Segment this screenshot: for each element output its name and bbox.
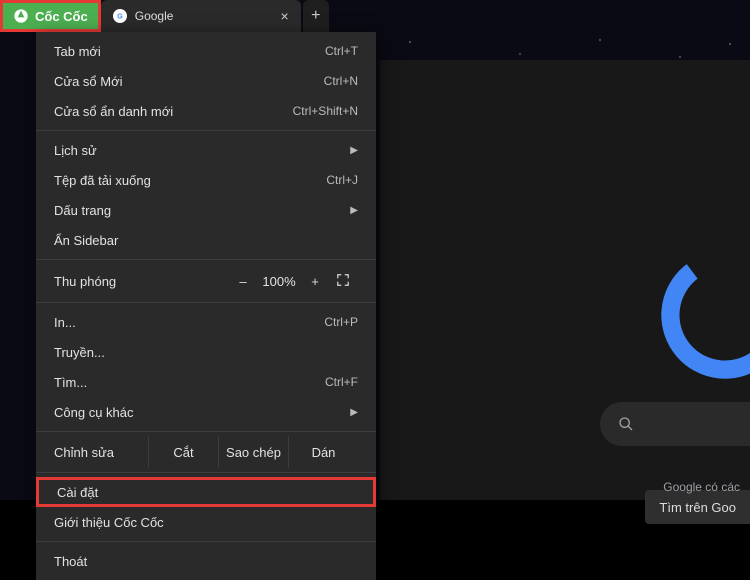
menu-separator (36, 541, 376, 542)
menu-hide-sidebar[interactable]: Ẩn Sidebar (36, 225, 376, 255)
tab-title: Google (135, 9, 174, 23)
zoom-in-button[interactable]: + (302, 274, 328, 289)
menu-item-label: Cài đặt (57, 485, 98, 500)
menu-separator (36, 259, 376, 260)
menu-shortcut: Ctrl+T (325, 44, 358, 58)
chevron-right-icon: ▶ (350, 407, 358, 418)
menu-new-tab[interactable]: Tab mới Ctrl+T (36, 36, 376, 66)
menu-find[interactable]: Tìm... Ctrl+F (36, 367, 376, 397)
page-content: Tìm trên Goo Google có các (380, 60, 750, 500)
menu-separator (36, 302, 376, 303)
menu-item-label: Tệp đã tải xuống (54, 173, 151, 188)
footer-text: Google có các (653, 480, 750, 494)
zoom-out-button[interactable]: – (230, 274, 256, 289)
menu-zoom: Thu phóng – 100% + (36, 264, 376, 298)
menu-settings[interactable]: Cài đặt (36, 477, 376, 507)
menu-bookmarks[interactable]: Dấu trang ▶ (36, 195, 376, 225)
menu-cast[interactable]: Truyền... (36, 337, 376, 367)
menu-item-label: Cửa sổ Mới (54, 74, 123, 89)
zoom-value: 100% (256, 274, 302, 289)
google-search-button-label: Tìm trên Goo (659, 500, 736, 515)
menu-shortcut: Ctrl+F (325, 375, 358, 389)
search-input[interactable] (600, 402, 750, 446)
browser-tab[interactable]: G Google × (101, 0, 301, 32)
brand-button[interactable]: Cốc Cốc (0, 0, 101, 32)
coccoc-logo-icon (13, 8, 29, 24)
menu-item-label: Giới thiệu Cốc Cốc (54, 515, 164, 530)
menu-item-label: Tab mới (54, 44, 101, 59)
copy-button[interactable]: Sao chép (218, 436, 288, 468)
menu-more-tools[interactable]: Công cụ khác ▶ (36, 397, 376, 427)
tab-favicon-icon: G (113, 9, 127, 23)
menu-exit[interactable]: Thoát (36, 546, 376, 576)
chevron-right-icon: ▶ (350, 145, 358, 156)
menu-shortcut: Ctrl+P (324, 315, 358, 329)
menu-item-label: Công cụ khác (54, 405, 134, 420)
menu-item-label: Lịch sử (54, 143, 97, 158)
menu-separator (36, 130, 376, 131)
new-tab-button[interactable]: + (303, 0, 329, 32)
menu-new-window[interactable]: Cửa sổ Mới Ctrl+N (36, 66, 376, 96)
cut-button[interactable]: Cắt (148, 436, 218, 468)
menu-history[interactable]: Lịch sử ▶ (36, 135, 376, 165)
menu-item-label: Thoát (54, 554, 87, 569)
search-icon (618, 416, 634, 432)
menu-item-label: Cửa sổ ẩn danh mới (54, 104, 173, 119)
menu-item-label: Ẩn Sidebar (54, 233, 118, 248)
menu-about[interactable]: Giới thiệu Cốc Cốc (36, 507, 376, 537)
menu-item-label: In... (54, 315, 76, 330)
menu-shortcut: Ctrl+J (326, 173, 358, 187)
menu-item-label: Tìm... (54, 375, 87, 390)
menu-downloads[interactable]: Tệp đã tải xuống Ctrl+J (36, 165, 376, 195)
menu-shortcut: Ctrl+Shift+N (293, 104, 358, 118)
menu-shortcut: Ctrl+N (324, 74, 358, 88)
svg-text:G: G (117, 14, 123, 21)
menu-print[interactable]: In... Ctrl+P (36, 307, 376, 337)
close-icon[interactable]: × (281, 8, 289, 24)
google-search-button[interactable]: Tìm trên Goo (645, 490, 750, 524)
menu-item-label: Chỉnh sửa (54, 445, 148, 460)
menu-item-label: Thu phóng (54, 274, 230, 289)
main-menu: Tab mới Ctrl+T Cửa sổ Mới Ctrl+N Cửa sổ … (36, 32, 376, 580)
menu-incognito[interactable]: Cửa sổ ẩn danh mới Ctrl+Shift+N (36, 96, 376, 126)
menu-item-label: Truyền... (54, 345, 105, 360)
menu-item-label: Dấu trang (54, 203, 111, 218)
fullscreen-icon (336, 273, 350, 287)
menu-separator (36, 472, 376, 473)
menu-edit-row: Chỉnh sửa Cắt Sao chép Dán (36, 436, 376, 468)
paste-button[interactable]: Dán (288, 436, 358, 468)
chevron-right-icon: ▶ (350, 205, 358, 216)
menu-separator (36, 431, 376, 432)
fullscreen-button[interactable] (328, 273, 358, 290)
brand-name: Cốc Cốc (35, 9, 88, 24)
titlebar: Cốc Cốc G Google × + (0, 0, 750, 32)
google-logo-icon (660, 250, 750, 380)
